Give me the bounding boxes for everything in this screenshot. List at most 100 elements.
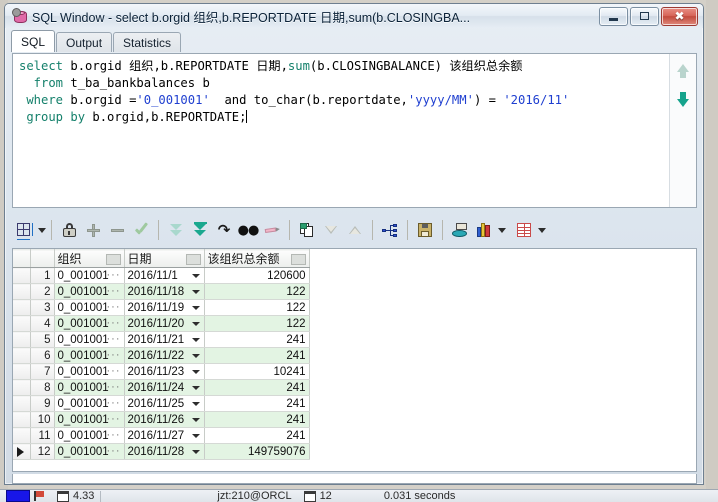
- copy-to-clipboard-button[interactable]: [295, 218, 319, 242]
- editor-scroll-sidebar[interactable]: [669, 54, 696, 207]
- cell-org[interactable]: 0_001001 ···: [54, 363, 125, 380]
- cell-date[interactable]: 2016/11/20: [124, 315, 205, 332]
- cell-org[interactable]: 0_001001 ···: [54, 347, 125, 364]
- cell-amount[interactable]: 122: [204, 315, 310, 332]
- cell-date[interactable]: 2016/11/28: [124, 443, 205, 460]
- tab-sql[interactable]: SQL: [11, 30, 56, 52]
- insert-record-button[interactable]: [81, 218, 105, 242]
- cell-date[interactable]: 2016/11/1: [124, 267, 205, 284]
- row-selector-cell[interactable]: [13, 443, 31, 460]
- cell-ellipsis-icon[interactable]: ···: [107, 317, 121, 329]
- sort-ascending-button[interactable]: [343, 218, 367, 242]
- date-dropdown-icon[interactable]: [191, 402, 200, 406]
- column-resize-grip[interactable]: [185, 254, 201, 265]
- grid-layout-button[interactable]: [12, 218, 36, 242]
- date-dropdown-icon[interactable]: [191, 338, 200, 342]
- chart-button[interactable]: [472, 218, 496, 242]
- cell-date[interactable]: 2016/11/18: [124, 283, 205, 300]
- post-changes-button[interactable]: [129, 218, 153, 242]
- explain-plan-button[interactable]: [378, 218, 402, 242]
- column-resize-grip[interactable]: [290, 254, 306, 265]
- cell-ellipsis-icon[interactable]: ···: [107, 445, 121, 457]
- table-row[interactable]: 10 0_001001 ··· 2016/11/26 241: [13, 411, 310, 428]
- cell-amount[interactable]: 122: [204, 283, 310, 300]
- row-selector-cell[interactable]: [13, 283, 31, 300]
- cell-amount[interactable]: 120600: [204, 267, 310, 284]
- delete-record-button[interactable]: [105, 218, 129, 242]
- column-resize-grip[interactable]: [105, 254, 121, 265]
- scroll-up-arrow-icon[interactable]: [677, 64, 689, 72]
- table-row[interactable]: 6 0_001001 ··· 2016/11/22 241: [13, 347, 310, 364]
- cell-org[interactable]: 0_001001 ···: [54, 427, 125, 444]
- cell-ellipsis-icon[interactable]: ···: [107, 413, 121, 425]
- cell-org[interactable]: 0_001001 ···: [54, 299, 125, 316]
- row-selector-cell[interactable]: [13, 379, 31, 396]
- cell-amount[interactable]: 241: [204, 379, 310, 396]
- cell-org[interactable]: 0_001001 ···: [54, 267, 125, 284]
- cell-date[interactable]: 2016/11/26: [124, 411, 205, 428]
- close-button[interactable]: ✖: [661, 6, 698, 26]
- header-col-date[interactable]: 日期: [124, 249, 205, 268]
- sort-descending-button[interactable]: [319, 218, 343, 242]
- cell-ellipsis-icon[interactable]: ···: [107, 349, 121, 361]
- row-selector-cell[interactable]: [13, 347, 31, 364]
- table-view-button[interactable]: [512, 218, 536, 242]
- cell-amount[interactable]: 122: [204, 299, 310, 316]
- date-dropdown-icon[interactable]: [191, 386, 200, 390]
- export-data-button[interactable]: [448, 218, 472, 242]
- table-row[interactable]: 4 0_001001 ··· 2016/11/20 122: [13, 315, 310, 332]
- table-row[interactable]: 8 0_001001 ··· 2016/11/24 241: [13, 379, 310, 396]
- tab-output[interactable]: Output: [56, 32, 113, 52]
- cell-date[interactable]: 2016/11/19: [124, 299, 205, 316]
- row-selector-cell[interactable]: [13, 363, 31, 380]
- cell-date[interactable]: 2016/11/22: [124, 347, 205, 364]
- date-dropdown-icon[interactable]: [191, 450, 200, 454]
- table-row[interactable]: 5 0_001001 ··· 2016/11/21 241: [13, 331, 310, 348]
- cell-amount[interactable]: 241: [204, 331, 310, 348]
- cell-amount[interactable]: 149759076: [204, 443, 310, 460]
- cell-ellipsis-icon[interactable]: ···: [107, 381, 121, 393]
- fetch-next-page-button[interactable]: [188, 218, 212, 242]
- cell-date[interactable]: 2016/11/23: [124, 363, 205, 380]
- row-selector-cell[interactable]: [13, 315, 31, 332]
- date-dropdown-icon[interactable]: [191, 434, 200, 438]
- table-view-dropdown-icon[interactable]: [538, 227, 546, 233]
- cell-amount[interactable]: 10241: [204, 363, 310, 380]
- date-dropdown-icon[interactable]: [191, 290, 200, 294]
- clear-filter-button[interactable]: [260, 218, 284, 242]
- date-dropdown-icon[interactable]: [191, 306, 200, 310]
- fetch-all-rows-button[interactable]: [164, 218, 188, 242]
- cell-ellipsis-icon[interactable]: ···: [107, 365, 121, 377]
- cell-amount[interactable]: 241: [204, 347, 310, 364]
- title-bar[interactable]: SQL Window - select b.orgid 组织,b.REPORTD…: [5, 4, 703, 28]
- row-selector-cell[interactable]: [13, 411, 31, 428]
- cell-ellipsis-icon[interactable]: ···: [107, 429, 121, 441]
- cell-org[interactable]: 0_001001 ···: [54, 315, 125, 332]
- maximize-button[interactable]: [630, 6, 659, 26]
- scroll-down-arrow-icon[interactable]: [677, 99, 689, 107]
- cell-ellipsis-icon[interactable]: ···: [107, 301, 121, 313]
- table-row[interactable]: 12 0_001001 ··· 2016/11/28 149759076: [13, 443, 310, 460]
- cell-org[interactable]: 0_001001 ···: [54, 395, 125, 412]
- refresh-button[interactable]: ↷: [212, 218, 236, 242]
- status-lang-indicator[interactable]: [0, 490, 51, 502]
- header-col-amount[interactable]: 该组织总余额: [204, 249, 310, 268]
- cell-date[interactable]: 2016/11/25: [124, 395, 205, 412]
- save-results-button[interactable]: [413, 218, 437, 242]
- cell-org[interactable]: 0_001001 ···: [54, 283, 125, 300]
- minimize-button[interactable]: [599, 6, 628, 26]
- date-dropdown-icon[interactable]: [191, 354, 200, 358]
- row-selector-cell[interactable]: [13, 267, 31, 284]
- cell-ellipsis-icon[interactable]: ···: [107, 333, 121, 345]
- cell-ellipsis-icon[interactable]: ···: [107, 285, 121, 297]
- chart-dropdown-icon[interactable]: [498, 227, 506, 233]
- table-row[interactable]: 3 0_001001 ··· 2016/11/19 122: [13, 299, 310, 316]
- row-selector-cell[interactable]: [13, 395, 31, 412]
- cell-org[interactable]: 0_001001 ···: [54, 411, 125, 428]
- cell-ellipsis-icon[interactable]: ···: [107, 397, 121, 409]
- table-row[interactable]: 2 0_001001 ··· 2016/11/18 122: [13, 283, 310, 300]
- table-row[interactable]: 9 0_001001 ··· 2016/11/25 241: [13, 395, 310, 412]
- cell-amount[interactable]: 241: [204, 427, 310, 444]
- cell-amount[interactable]: 241: [204, 411, 310, 428]
- table-row[interactable]: 11 0_001001 ··· 2016/11/27 241: [13, 427, 310, 444]
